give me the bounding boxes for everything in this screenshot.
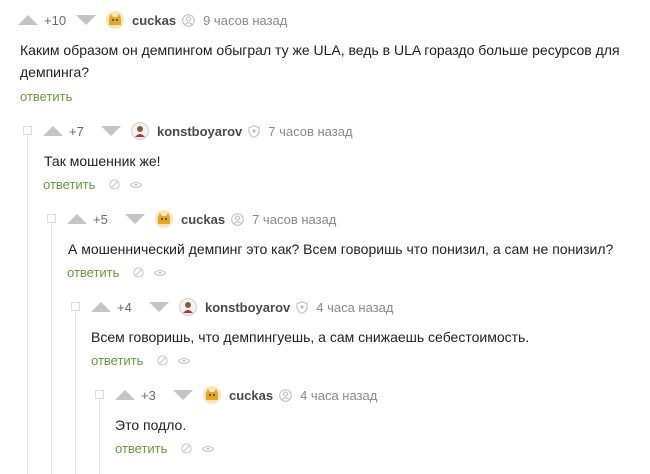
avatar[interactable]: [131, 122, 149, 140]
reply-button[interactable]: ответить: [43, 177, 95, 192]
comment-rating: +3: [141, 387, 156, 403]
eye-icon[interactable]: [154, 269, 167, 277]
hide-icon[interactable]: [133, 267, 145, 278]
comment-rating: +4: [117, 299, 132, 315]
upvote-icon[interactable]: [18, 15, 38, 25]
comment-actions: ответить: [115, 441, 224, 456]
username[interactable]: cuckas: [132, 13, 176, 28]
reply-button[interactable]: ответить: [20, 89, 72, 104]
thread-line: [27, 136, 28, 474]
upvote-icon[interactable]: [91, 302, 111, 312]
timestamp[interactable]: 4 часа назад: [316, 300, 393, 315]
comment-text: Всем говоришь, что демпингуешь, а сам сн…: [91, 329, 530, 345]
comment-text: Каким образом он демпингом обыграл ту же…: [20, 42, 620, 80]
avatar-face-icon: [135, 126, 145, 137]
comment-text: А мошеннический демпинг это как? Всем го…: [68, 241, 614, 257]
username[interactable]: konstboyarov: [205, 300, 290, 315]
shield-icon[interactable]: [248, 124, 260, 138]
downvote-icon[interactable]: [76, 15, 96, 25]
eye-icon[interactable]: [202, 445, 215, 453]
comment-text: Так мошенник же!: [44, 153, 161, 169]
collapse-thread-button[interactable]: [71, 302, 80, 311]
eye-icon[interactable]: [178, 357, 191, 365]
comment-rating: +10: [44, 12, 67, 28]
comment-rating: +5: [93, 211, 108, 227]
user-note-icon[interactable]: [182, 13, 195, 27]
collapse-thread-button[interactable]: [23, 126, 32, 135]
avatar[interactable]: [155, 210, 173, 228]
thread-line: [75, 312, 76, 474]
timestamp[interactable]: 9 часов назад: [203, 13, 287, 28]
comment-header: +10 cuckas 9 часов назад: [18, 9, 287, 31]
comment-text: Это подло.: [115, 417, 187, 433]
shield-icon[interactable]: [296, 300, 308, 314]
comment-actions: ответить: [20, 89, 86, 104]
downvote-icon[interactable]: [101, 126, 121, 136]
comment-header: +3 cuckas 4 часа назад: [115, 384, 377, 406]
comment-actions: ответить: [67, 265, 176, 280]
avatar[interactable]: [203, 386, 221, 404]
hide-icon[interactable]: [157, 355, 169, 366]
eye-icon[interactable]: [130, 181, 143, 189]
comment-actions: ответить: [43, 177, 152, 192]
reply-button[interactable]: ответить: [67, 265, 119, 280]
downvote-icon[interactable]: [125, 214, 145, 224]
hide-icon[interactable]: [109, 179, 121, 190]
upvote-icon[interactable]: [115, 390, 135, 400]
collapse-thread-button[interactable]: [47, 214, 56, 223]
comment-rating: +7: [69, 123, 84, 139]
username[interactable]: cuckas: [181, 212, 225, 227]
thread-line: [51, 224, 52, 474]
collapse-thread-button[interactable]: [95, 390, 104, 399]
avatar[interactable]: [179, 298, 197, 316]
avatar-cat-icon: [158, 213, 170, 224]
reply-button[interactable]: ответить: [115, 441, 167, 456]
avatar-cat-icon: [206, 389, 218, 400]
upvote-icon[interactable]: [43, 126, 63, 136]
comment-header: +4 konstboyarov 4 часа назад: [91, 296, 393, 318]
comment-header: +7 konstboyarov 7 часов назад: [43, 120, 353, 142]
user-note-icon[interactable]: [279, 388, 292, 402]
upvote-icon[interactable]: [67, 214, 87, 224]
avatar-cat-icon: [109, 14, 121, 25]
comment-actions: ответить: [91, 353, 200, 368]
timestamp[interactable]: 4 часа назад: [300, 388, 377, 403]
thread-line: [99, 400, 100, 474]
username[interactable]: konstboyarov: [157, 124, 242, 139]
timestamp[interactable]: 7 часов назад: [252, 212, 336, 227]
hide-icon[interactable]: [181, 443, 193, 454]
timestamp[interactable]: 7 часов назад: [268, 124, 352, 139]
reply-button[interactable]: ответить: [91, 353, 143, 368]
avatar-face-icon: [183, 302, 193, 313]
user-note-icon[interactable]: [231, 212, 244, 226]
downvote-icon[interactable]: [149, 302, 169, 312]
avatar[interactable]: [106, 11, 124, 29]
username[interactable]: cuckas: [229, 388, 273, 403]
comment-header: +5 cuckas 7 часов назад: [67, 208, 336, 230]
downvote-icon[interactable]: [173, 390, 193, 400]
